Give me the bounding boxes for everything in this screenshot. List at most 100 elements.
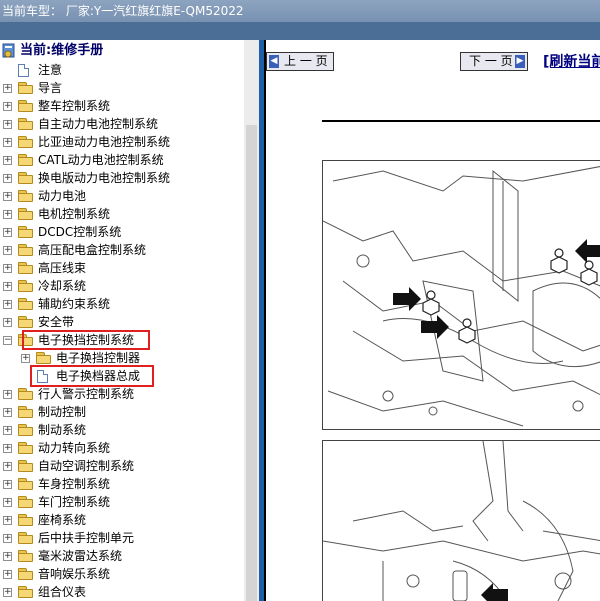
expand-icon[interactable]: + <box>3 192 12 201</box>
folder-icon <box>18 136 33 148</box>
expand-icon[interactable]: + <box>3 318 12 327</box>
folder-icon <box>18 100 33 112</box>
folder-icon <box>18 208 33 220</box>
refresh-link[interactable]: [刷新当前 <box>543 51 600 71</box>
navigation-tree[interactable]: 当前:维修手册 注意 + 导言 + 整车控制系统 + 自主动力电池控制系统 + 比亚迪动力电池控… <box>0 40 259 601</box>
tree-item-label: 制动控制 <box>38 405 87 419</box>
tree-item-label: 注意 <box>38 63 63 77</box>
expand-icon[interactable]: + <box>3 246 12 255</box>
document-viewer: ◀ 上 一 页 下 一 页 ▶ [刷新当前 <box>264 40 600 601</box>
page-icon <box>18 64 29 77</box>
expand-icon[interactable]: + <box>3 120 12 129</box>
expand-icon[interactable]: + <box>21 354 30 363</box>
expand-icon[interactable]: + <box>3 282 12 291</box>
tree-root-label: 当前:维修手册 <box>20 43 104 58</box>
tree-item-label: 换电版动力电池控制系统 <box>38 171 171 185</box>
expand-icon[interactable]: + <box>3 408 12 417</box>
expand-icon[interactable]: + <box>3 588 12 597</box>
tree-scrollbar-thumb[interactable] <box>246 125 257 601</box>
expand-icon[interactable]: + <box>3 480 12 489</box>
expand-icon[interactable]: + <box>3 570 12 579</box>
shifter-illustration-2 <box>323 441 600 601</box>
tree-item-label: 高压配电盒控制系统 <box>38 243 147 257</box>
tree-item-label: 整车控制系统 <box>38 99 111 113</box>
tree-item-label: CATL动力电池控制系统 <box>38 153 164 167</box>
tree-item-label: 安全带 <box>38 315 75 329</box>
tree-item-label: 高压线束 <box>38 261 87 275</box>
tree-item-label: 辅助约束系统 <box>38 297 111 311</box>
folder-icon <box>18 568 33 580</box>
folder-icon <box>18 496 33 508</box>
expand-icon[interactable]: + <box>3 138 12 147</box>
folder-icon <box>18 82 33 94</box>
tree-item-label: 车身控制系统 <box>38 477 111 491</box>
expand-icon[interactable]: + <box>3 300 12 309</box>
folder-icon <box>18 478 33 490</box>
tree-item-label: 电机控制系统 <box>38 207 111 221</box>
shifter-diagram-2 <box>322 440 600 601</box>
arrow-right-icon: ▶ <box>515 55 525 68</box>
selected-item-highlight <box>30 365 154 387</box>
tree-item-label: DCDC控制系统 <box>38 225 122 239</box>
expand-icon[interactable]: + <box>3 498 12 507</box>
tree-item-label: 车门控制系统 <box>38 495 111 509</box>
expand-icon[interactable]: + <box>3 102 12 111</box>
collapse-icon[interactable]: − <box>3 336 12 345</box>
folder-icon <box>18 532 33 544</box>
folder-icon <box>18 262 33 274</box>
tree-item-label: 毫米波雷达系统 <box>38 549 123 563</box>
tree-item-label: 自主动力电池控制系统 <box>38 117 159 131</box>
tree-item-label: 音响娱乐系统 <box>38 567 111 581</box>
shifter-illustration-1 <box>323 166 600 427</box>
toolbar-strip <box>0 22 600 40</box>
folder-icon <box>18 424 33 436</box>
arrow-left-icon: ◀ <box>269 55 279 68</box>
expand-icon[interactable]: + <box>3 426 12 435</box>
folder-icon <box>18 550 33 562</box>
window-title: 当前车型： 厂家:Y一汽红旗红旗E-QM52022 <box>0 0 600 22</box>
folder-icon <box>18 586 33 598</box>
expand-icon[interactable]: + <box>3 534 12 543</box>
tree-item-label: 行人警示控制系统 <box>38 387 135 401</box>
prev-page-label: 上 一 页 <box>284 54 328 68</box>
tree-item-label: 座椅系统 <box>38 513 87 527</box>
tree-item-label: 组合仪表 <box>38 585 87 599</box>
folder-icon <box>36 352 51 364</box>
expand-icon[interactable]: + <box>3 156 12 165</box>
tree-item-label: 动力电池 <box>38 189 87 203</box>
folder-icon <box>18 316 33 328</box>
next-page-button[interactable]: 下 一 页 ▶ <box>460 52 528 71</box>
expand-icon[interactable]: + <box>3 210 12 219</box>
folder-icon <box>18 190 33 202</box>
folder-icon <box>18 406 33 418</box>
next-page-label: 下 一 页 <box>469 54 513 68</box>
folder-icon <box>18 280 33 292</box>
expand-icon[interactable]: + <box>3 444 12 453</box>
expand-icon[interactable]: + <box>3 264 12 273</box>
folder-icon <box>18 460 33 472</box>
folder-icon <box>18 442 33 454</box>
tree-item-label: 冷却系统 <box>38 279 87 293</box>
folder-icon <box>18 298 33 310</box>
expand-icon[interactable]: + <box>3 390 12 399</box>
tree-item-label: 导言 <box>38 81 63 95</box>
folder-icon <box>18 514 33 526</box>
expanded-item-highlight <box>22 330 150 350</box>
expand-icon[interactable]: + <box>3 228 12 237</box>
expand-icon[interactable]: + <box>3 84 12 93</box>
folder-icon <box>18 226 33 238</box>
shifter-diagram-1 <box>322 160 600 430</box>
expand-icon[interactable]: + <box>3 462 12 471</box>
header-rule <box>322 120 600 122</box>
tree-item-label: 自动空调控制系统 <box>38 459 135 473</box>
folder-icon <box>18 118 33 130</box>
expand-icon[interactable]: + <box>3 552 12 561</box>
tree-item-label: 制动系统 <box>38 423 87 437</box>
prev-page-button[interactable]: ◀ 上 一 页 <box>266 52 334 71</box>
expand-icon[interactable]: + <box>3 516 12 525</box>
tree-item-label: 动力转向系统 <box>38 441 111 455</box>
expand-icon[interactable]: + <box>3 174 12 183</box>
tree-item-label: 后中扶手控制单元 <box>38 531 135 545</box>
tree-item-label: 比亚迪动力电池控制系统 <box>38 135 171 149</box>
folder-icon <box>18 244 33 256</box>
